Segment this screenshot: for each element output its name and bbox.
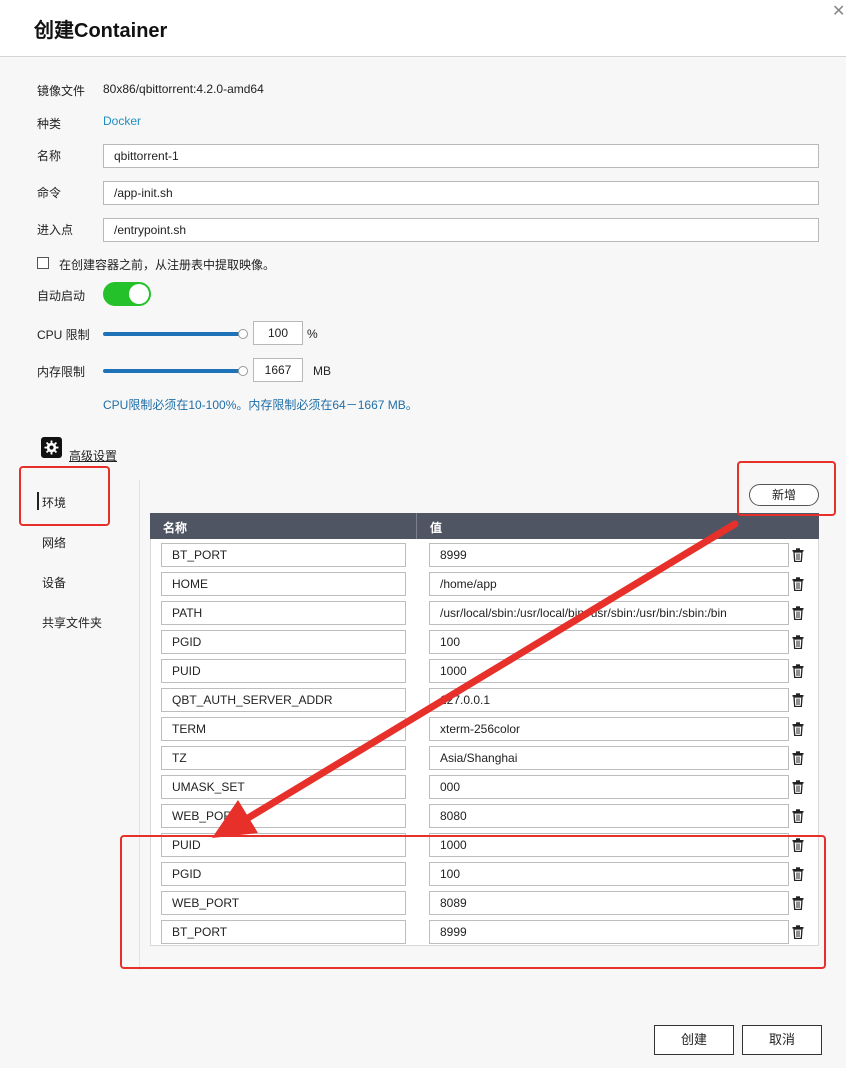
name-label: 名称 xyxy=(37,149,62,163)
env-value-input[interactable]: /usr/local/sbin:/usr/local/bin:/usr/sbin… xyxy=(429,601,789,625)
env-name-input[interactable]: PGID xyxy=(161,862,406,886)
env-name-input[interactable]: PUID xyxy=(161,833,406,857)
mem-slider[interactable] xyxy=(103,369,243,373)
trash-icon[interactable] xyxy=(792,809,804,824)
env-name-input[interactable]: TZ xyxy=(161,746,406,770)
name-input[interactable]: qbittorrent-1 xyxy=(103,144,819,168)
sidebar-divider xyxy=(139,480,140,970)
add-env-button[interactable]: 新增 xyxy=(749,484,819,506)
trash-icon[interactable] xyxy=(792,867,804,882)
pull-image-label: 在创建容器之前，从注册表中提取映像。 xyxy=(59,258,276,272)
env-value-input[interactable]: 8080 xyxy=(429,804,789,828)
sidebar-item-shared-folders[interactable]: 共享文件夹 xyxy=(42,614,102,631)
mem-slider-handle[interactable] xyxy=(238,366,248,376)
trash-icon[interactable] xyxy=(792,664,804,679)
entrypoint-input[interactable]: /entrypoint.sh xyxy=(103,218,819,242)
trash-icon[interactable] xyxy=(792,693,804,708)
env-value-input[interactable]: 1000 xyxy=(429,833,789,857)
env-table-header: 名称 值 xyxy=(150,513,819,539)
cpu-unit: % xyxy=(307,327,318,341)
col-value-header: 值 xyxy=(430,521,443,535)
limit-hint: CPU限制必须在10-100%。内存限制必须在64－1667 MB。 xyxy=(103,398,418,412)
env-value-input[interactable]: 100 xyxy=(429,862,789,886)
env-name-input[interactable]: PGID xyxy=(161,630,406,654)
env-value-input[interactable]: 100 xyxy=(429,630,789,654)
create-button[interactable]: 创建 xyxy=(654,1025,734,1055)
env-value-input[interactable]: Asia/Shanghai xyxy=(429,746,789,770)
gear-icon[interactable] xyxy=(41,437,62,458)
env-name-input[interactable]: TERM xyxy=(161,717,406,741)
col-name-header: 名称 xyxy=(163,521,188,535)
env-name-input[interactable]: PUID xyxy=(161,659,406,683)
env-value-input[interactable]: 8089 xyxy=(429,891,789,915)
sidebar-item-env[interactable]: 环境 xyxy=(36,492,66,511)
pull-image-checkbox[interactable] xyxy=(37,257,49,269)
mem-unit: MB xyxy=(313,364,331,378)
entrypoint-label: 进入点 xyxy=(37,223,74,237)
trash-icon[interactable] xyxy=(792,896,804,911)
advanced-settings-link[interactable]: 高级设置 xyxy=(69,447,117,464)
close-icon[interactable]: ✕ xyxy=(832,4,846,20)
cpu-slider-handle[interactable] xyxy=(238,329,248,339)
trash-icon[interactable] xyxy=(792,606,804,621)
dialog-header: 创建Container ✕ xyxy=(0,0,846,57)
autostart-label: 自动启动 xyxy=(37,289,86,303)
mem-label: 内存限制 xyxy=(37,365,86,379)
env-name-input[interactable]: HOME xyxy=(161,572,406,596)
env-value-input[interactable]: /home/app xyxy=(429,572,789,596)
type-label: 种类 xyxy=(37,117,62,131)
autostart-toggle[interactable] xyxy=(103,282,151,306)
env-name-input[interactable]: BT_PORT xyxy=(161,543,406,567)
toggle-knob xyxy=(129,284,149,304)
cpu-input[interactable]: 100 xyxy=(253,321,303,345)
env-name-input[interactable]: WEB_PORT xyxy=(161,891,406,915)
sidebar-item-network[interactable]: 网络 xyxy=(42,534,66,551)
env-value-input[interactable]: 000 xyxy=(429,775,789,799)
env-value-input[interactable]: 1000 xyxy=(429,659,789,683)
trash-icon[interactable] xyxy=(792,577,804,592)
cpu-slider[interactable] xyxy=(103,332,243,336)
env-value-input[interactable]: 8999 xyxy=(429,920,789,944)
cancel-button[interactable]: 取消 xyxy=(742,1025,822,1055)
env-name-input[interactable]: BT_PORT xyxy=(161,920,406,944)
trash-icon[interactable] xyxy=(792,838,804,853)
env-value-input[interactable]: 127.0.0.1 xyxy=(429,688,789,712)
mem-input[interactable]: 1667 xyxy=(253,358,303,382)
dialog-title: 创建Container xyxy=(34,20,168,42)
trash-icon[interactable] xyxy=(792,548,804,563)
trash-icon[interactable] xyxy=(792,925,804,940)
env-name-input[interactable]: QBT_AUTH_SERVER_ADDR xyxy=(161,688,406,712)
image-value: 80x86/qbittorrent:4.2.0-amd64 xyxy=(103,82,264,96)
command-label: 命令 xyxy=(37,186,62,200)
image-label: 镜像文件 xyxy=(37,84,86,98)
env-name-input[interactable]: WEB_PORT xyxy=(161,804,406,828)
trash-icon[interactable] xyxy=(792,751,804,766)
env-name-input[interactable]: UMASK_SET xyxy=(161,775,406,799)
command-input[interactable]: /app-init.sh xyxy=(103,181,819,205)
sidebar-item-devices[interactable]: 设备 xyxy=(42,574,66,591)
type-value: Docker xyxy=(103,114,142,128)
cpu-label: CPU 限制 xyxy=(37,328,90,342)
trash-icon[interactable] xyxy=(792,780,804,795)
trash-icon[interactable] xyxy=(792,722,804,737)
env-name-input[interactable]: PATH xyxy=(161,601,406,625)
trash-icon[interactable] xyxy=(792,635,804,650)
env-value-input[interactable]: 8999 xyxy=(429,543,789,567)
env-value-input[interactable]: xterm-256color xyxy=(429,717,789,741)
